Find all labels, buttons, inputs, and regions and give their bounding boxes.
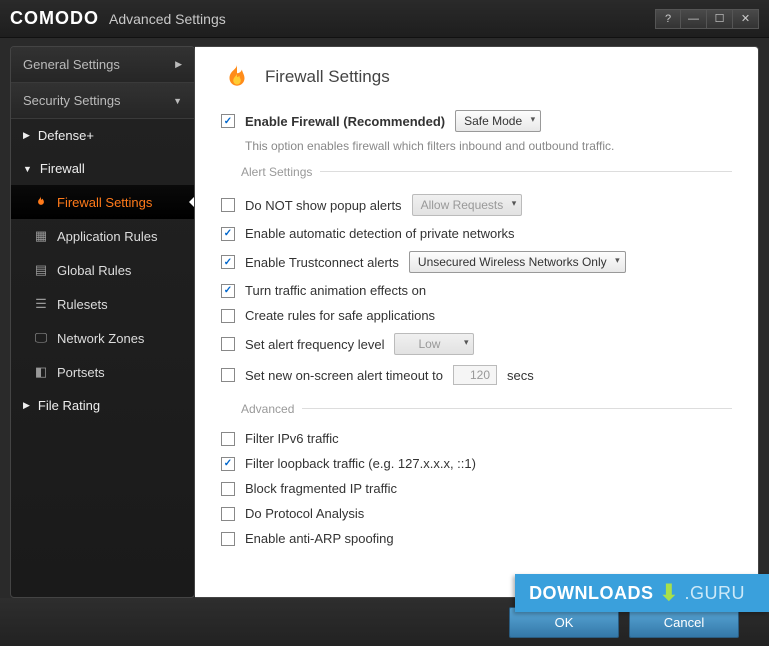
sidebar-item-label: Rulesets (57, 297, 108, 312)
ipv6-label: Filter IPv6 traffic (245, 431, 339, 446)
no-popup-label: Do NOT show popup alerts (245, 198, 402, 213)
auto-detect-checkbox[interactable] (221, 227, 235, 241)
alert-freq-label: Set alert frequency level (245, 337, 384, 352)
sidebar-header-label: General Settings (23, 57, 120, 72)
sidebar-item-firewall[interactable]: ▼ Firewall (11, 152, 194, 185)
fire-icon (221, 61, 253, 93)
window-controls: ? — ☐ ✕ (655, 9, 759, 29)
fragmented-checkbox[interactable] (221, 482, 235, 496)
chevron-down-icon: ▼ (23, 164, 32, 174)
protocol-checkbox[interactable] (221, 507, 235, 521)
watermark-suffix: .GURU (685, 583, 746, 604)
titlebar: COMODO Advanced Settings ? — ☐ ✕ (0, 0, 769, 38)
sidebar-item-label: Firewall Settings (57, 195, 152, 210)
sidebar-item-label: Global Rules (57, 263, 131, 278)
sidebar-item-portsets[interactable]: ◧ Portsets (11, 355, 194, 389)
sidebar-item-firewall-settings[interactable]: Firewall Settings (11, 185, 194, 219)
clipboard-icon: ☰ (33, 296, 49, 312)
window-title: Advanced Settings (109, 11, 226, 27)
firewall-mode-dropdown[interactable]: Safe Mode (455, 110, 541, 132)
sidebar-item-label: Application Rules (57, 229, 157, 244)
port-icon: ◧ (33, 364, 49, 380)
trustconnect-label: Enable Trustconnect alerts (245, 255, 399, 270)
trustconnect-checkbox[interactable] (221, 255, 235, 269)
globe-icon: ▤ (33, 262, 49, 278)
loopback-label: Filter loopback traffic (e.g. 127.x.x.x,… (245, 456, 476, 471)
sidebar-item-label: File Rating (38, 398, 100, 413)
sidebar-item-label: Defense+ (38, 128, 94, 143)
allow-requests-dropdown: Allow Requests (412, 194, 523, 216)
safe-rules-checkbox[interactable] (221, 309, 235, 323)
minimize-button[interactable]: — (681, 9, 707, 29)
monitor-icon: 🖵 (33, 330, 49, 346)
chevron-right-icon: ▶ (23, 130, 30, 141)
alert-timeout-label: Set new on-screen alert timeout to (245, 368, 443, 383)
alert-timeout-input[interactable]: 120 (453, 365, 497, 385)
secs-label: secs (507, 368, 534, 383)
sidebar-header-general[interactable]: General Settings ▶ (11, 47, 194, 83)
traffic-anim-label: Turn traffic animation effects on (245, 283, 426, 298)
ipv6-checkbox[interactable] (221, 432, 235, 446)
fire-icon (33, 194, 49, 210)
content-panel: Firewall Settings Enable Firewall (Recom… (195, 46, 759, 598)
watermark-text: DOWNLOADS (529, 583, 654, 604)
group-label: Advanced (241, 402, 294, 416)
loopback-checkbox[interactable] (221, 457, 235, 471)
maximize-button[interactable]: ☐ (707, 9, 733, 29)
sidebar-header-security[interactable]: Security Settings ▼ (11, 83, 194, 119)
auto-detect-label: Enable automatic detection of private ne… (245, 226, 515, 241)
brand-logo: COMODO (10, 8, 99, 29)
fragmented-label: Block fragmented IP traffic (245, 481, 397, 496)
divider (320, 171, 732, 172)
antiarp-checkbox[interactable] (221, 532, 235, 546)
body: General Settings ▶ Security Settings ▼ ▶… (0, 38, 769, 598)
close-button[interactable]: ✕ (733, 9, 759, 29)
watermark: DOWNLOADS ⬇ .GURU (515, 574, 769, 612)
trustconnect-mode-dropdown[interactable]: Unsecured Wireless Networks Only (409, 251, 626, 273)
group-alert: Alert Settings (221, 159, 732, 183)
enable-firewall-desc: This option enables firewall which filte… (245, 139, 732, 153)
sidebar-header-label: Security Settings (23, 93, 121, 108)
sidebar-item-label: Portsets (57, 365, 105, 380)
sidebar: General Settings ▶ Security Settings ▼ ▶… (10, 46, 195, 598)
page-header: Firewall Settings (221, 61, 732, 93)
group-label: Alert Settings (241, 165, 312, 179)
sidebar-item-network-zones[interactable]: 🖵 Network Zones (11, 321, 194, 355)
divider (302, 408, 732, 409)
safe-rules-label: Create rules for safe applications (245, 308, 435, 323)
sidebar-item-app-rules[interactable]: ▦ Application Rules (11, 219, 194, 253)
alert-freq-dropdown: Low (394, 333, 474, 355)
group-advanced: Advanced (221, 396, 732, 420)
enable-firewall-checkbox[interactable] (221, 114, 235, 128)
sidebar-item-label: Firewall (40, 161, 85, 176)
sidebar-item-defense[interactable]: ▶ Defense+ (11, 119, 194, 152)
enable-firewall-row: Enable Firewall (Recommended) Safe Mode (221, 105, 732, 137)
chevron-down-icon: ▼ (173, 96, 182, 106)
chevron-right-icon: ▶ (23, 400, 30, 411)
alert-timeout-checkbox[interactable] (221, 368, 235, 382)
sidebar-item-global-rules[interactable]: ▤ Global Rules (11, 253, 194, 287)
no-popup-checkbox[interactable] (221, 198, 235, 212)
page-title: Firewall Settings (265, 67, 390, 87)
antiarp-label: Enable anti-ARP spoofing (245, 531, 394, 546)
alert-freq-checkbox[interactable] (221, 337, 235, 351)
sidebar-item-rulesets[interactable]: ☰ Rulesets (11, 287, 194, 321)
arrow-down-icon: ⬇ (660, 580, 679, 606)
traffic-anim-checkbox[interactable] (221, 284, 235, 298)
chevron-right-icon: ▶ (175, 59, 182, 70)
window-icon: ▦ (33, 228, 49, 244)
enable-firewall-label: Enable Firewall (Recommended) (245, 114, 445, 129)
sidebar-item-label: Network Zones (57, 331, 144, 346)
help-button[interactable]: ? (655, 9, 681, 29)
protocol-label: Do Protocol Analysis (245, 506, 364, 521)
sidebar-item-file-rating[interactable]: ▶ File Rating (11, 389, 194, 422)
